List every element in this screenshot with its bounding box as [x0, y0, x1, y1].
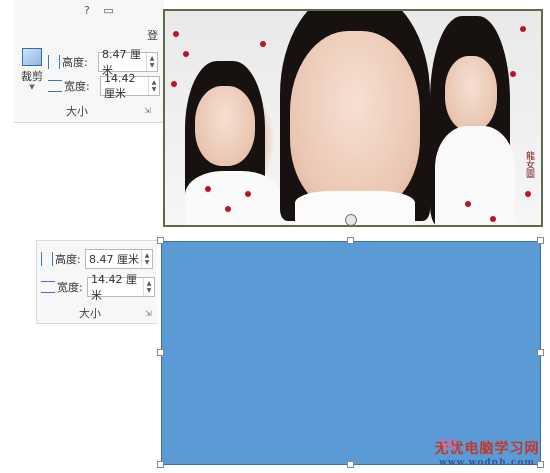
shape-size-ribbon: 高度: 8.47 厘米 ▲ ▼ 宽度: 14.42 厘米 ▲ ▼ 大小 ⇲ — [36, 240, 157, 324]
resize-handle-top-left[interactable] — [157, 237, 164, 244]
crop-button[interactable]: 裁剪 ▼ — [18, 48, 46, 92]
width-row: 宽度: 14.42 厘米 ▲ ▼ — [48, 72, 160, 100]
chevron-down-icon: ▼ — [29, 83, 35, 91]
height-spin-arrows[interactable]: ▲ ▼ — [146, 53, 157, 71]
help-icon[interactable]: ? — [84, 4, 90, 17]
resize-handle-top-right[interactable] — [537, 237, 544, 244]
plum-blossom — [173, 31, 179, 37]
dialog-launcher-icon[interactable]: ⇲ — [144, 106, 151, 115]
plum-blossom — [465, 201, 471, 207]
shape-width-icon — [41, 281, 55, 293]
robe-left — [185, 171, 280, 225]
plum-blossom — [225, 206, 231, 212]
resize-handle-right[interactable] — [537, 349, 544, 356]
width-value[interactable]: 14.42 厘米 — [88, 271, 143, 303]
resize-handle-top[interactable] — [347, 237, 354, 244]
size-group-label: 大小 — [66, 105, 88, 118]
sign-in-link[interactable]: 登 — [147, 27, 158, 43]
plum-blossom — [205, 186, 211, 192]
picture-format-ribbon: ? ▭ 登 裁剪 ▼ 高度: 8.47 厘米 ▲ ▼ 宽度: 14.42 厘米 ▲… — [14, 0, 164, 123]
width-spin-arrows[interactable]: ▲ ▼ — [148, 77, 159, 95]
height-label: 高度: — [55, 253, 81, 266]
robe-right — [435, 126, 515, 225]
resize-handle-bottom-left[interactable] — [157, 461, 164, 468]
width-label: 宽度: — [64, 80, 90, 93]
height-row: 高度: 8.47 厘米 ▲ ▼ — [48, 48, 158, 77]
shape-height-icon — [48, 55, 60, 69]
site-watermark: W 无忧电脑学习网 www.wodnh.com — [428, 436, 546, 468]
plum-blossom — [510, 71, 516, 77]
ribbon-display-options-icon[interactable]: ▭ — [103, 4, 113, 17]
plum-blossom — [520, 26, 526, 32]
width-value[interactable]: 14.42 厘米 — [101, 72, 148, 101]
height-spinner[interactable]: 8.47 厘米 ▲ ▼ — [98, 48, 158, 77]
painting-inscription: 龍女圖 — [524, 151, 534, 178]
title-bar-controls: ? ▭ — [84, 4, 124, 17]
crop-label: 裁剪 — [21, 70, 43, 83]
height-spin-arrows[interactable]: ▲ ▼ — [141, 250, 152, 268]
height-row: 高度: 8.47 厘米 ▲ ▼ — [41, 249, 153, 269]
face-left — [195, 86, 255, 166]
resize-handle-bottom[interactable] — [347, 461, 354, 468]
plum-blossom — [183, 51, 189, 57]
face-center — [290, 31, 420, 211]
plum-blossom — [260, 41, 266, 47]
shape-width-icon — [48, 80, 62, 92]
size-group-label: 大小 — [79, 307, 101, 320]
plum-blossom — [245, 191, 251, 197]
height-label: 高度: — [62, 56, 88, 69]
blue-rectangle-shape[interactable] — [161, 241, 541, 465]
width-spinner[interactable]: 14.42 厘米 ▲ ▼ — [100, 72, 160, 100]
plum-blossom — [490, 216, 496, 222]
height-spinner[interactable]: 8.47 厘米 ▲ ▼ — [85, 249, 153, 269]
watermark-logo: W — [440, 436, 457, 454]
plum-blossom — [525, 191, 531, 197]
width-spin-arrows[interactable]: ▲ ▼ — [143, 278, 154, 296]
width-label: 宽度: — [57, 281, 83, 294]
rotate-handle-icon[interactable] — [345, 214, 357, 226]
plum-blossom — [171, 81, 177, 87]
selected-picture[interactable]: 龍女圖 — [163, 9, 543, 227]
face-right — [445, 56, 497, 131]
shape-height-icon — [41, 252, 53, 266]
watermark-url: www.wodnh.com — [439, 458, 535, 468]
crop-icon — [22, 48, 42, 66]
resize-handle-left[interactable] — [157, 349, 164, 356]
width-spinner[interactable]: 14.42 厘米 ▲ ▼ — [87, 273, 155, 302]
width-row: 宽度: 14.42 厘米 ▲ ▼ — [41, 273, 155, 302]
dialog-launcher-icon[interactable]: ⇲ — [145, 309, 152, 318]
height-value[interactable]: 8.47 厘米 — [86, 251, 141, 267]
